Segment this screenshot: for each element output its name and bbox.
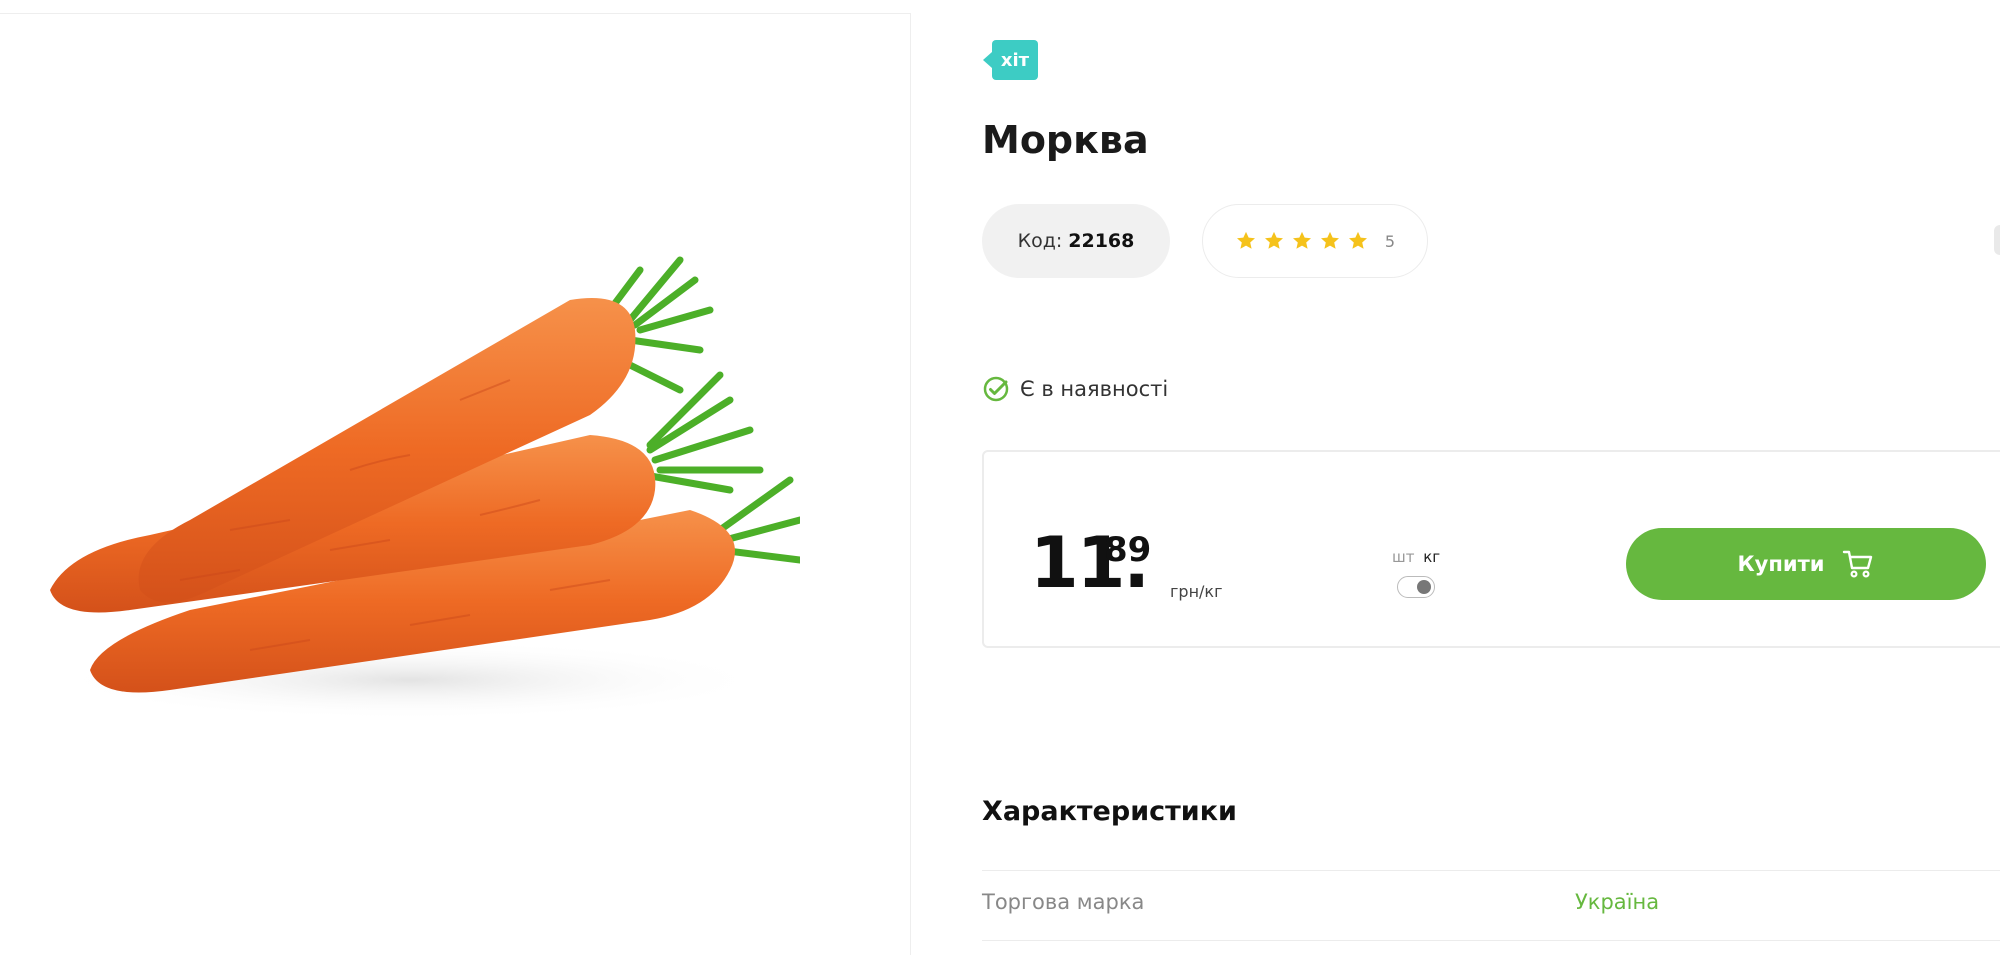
specs-divider bbox=[982, 870, 2000, 871]
unit-option-kg[interactable]: кг bbox=[1423, 548, 1440, 566]
unit-option-pcs[interactable]: шт bbox=[1392, 548, 1414, 566]
specs-divider bbox=[982, 940, 2000, 941]
price-box: 11. 89 грн/кг шт кг Купити bbox=[982, 450, 2000, 648]
unit-toggle[interactable] bbox=[1397, 576, 1435, 598]
price-unit: грн/кг bbox=[1170, 582, 1223, 601]
top-divider bbox=[0, 13, 910, 14]
unit-labels: шт кг bbox=[1392, 548, 1440, 566]
buy-button[interactable]: Купити bbox=[1626, 528, 1986, 600]
product-title: Морква bbox=[982, 118, 1149, 162]
star-icon bbox=[1264, 231, 1283, 249]
toggle-knob bbox=[1417, 580, 1431, 594]
stock-status-label: Є в наявності bbox=[1020, 377, 1169, 401]
hit-badge-label: хіт bbox=[1000, 49, 1030, 71]
product-code-label: Код: bbox=[1017, 230, 1063, 252]
rating-count: 5 bbox=[1384, 231, 1396, 251]
gallery-scroll-handle[interactable] bbox=[1994, 225, 2000, 255]
unit-switch: шт кг bbox=[1392, 548, 1440, 598]
check-circle-icon bbox=[983, 376, 1009, 402]
cart-icon bbox=[1843, 550, 1873, 578]
spec-name-brand: Торгова марка bbox=[982, 890, 1145, 914]
spec-value-brand[interactable]: Україна bbox=[1575, 890, 1659, 914]
star-icon bbox=[1236, 231, 1255, 249]
star-icon bbox=[1348, 231, 1367, 249]
price-decimal: 89 bbox=[1104, 530, 1152, 570]
specs-title: Характеристики bbox=[982, 796, 1237, 827]
star-icon bbox=[1320, 231, 1339, 249]
product-code: Код: 22168 bbox=[982, 204, 1170, 278]
rating[interactable]: 5 bbox=[1202, 204, 1428, 278]
product-code-value: 22168 bbox=[1068, 230, 1135, 252]
column-divider bbox=[910, 13, 911, 955]
hit-badge: хіт bbox=[983, 40, 1038, 80]
carrots-image bbox=[50, 256, 800, 720]
stock-status: Є в наявності bbox=[982, 375, 1168, 403]
star-icon bbox=[1292, 231, 1311, 249]
buy-button-label: Купити bbox=[1737, 552, 1825, 576]
